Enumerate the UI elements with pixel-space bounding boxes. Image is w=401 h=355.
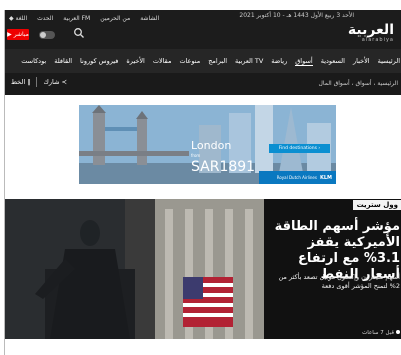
breadcrumb[interactable]: الرئيسية ، أسواق ، أسواق المال (319, 80, 398, 87)
page-frame: ◆ اللغة الحدث العربية FM من الحرمين الشا… (4, 10, 401, 355)
nav-item-saudi[interactable]: السعودية (321, 57, 345, 65)
ad-price: SAR1891 (191, 159, 256, 175)
klm-logo: KLM (319, 174, 332, 181)
fm-link[interactable]: العربية FM (63, 15, 90, 22)
font-size-button[interactable]: الخط ‖ (11, 78, 30, 86)
ad-city: London (191, 139, 232, 152)
top-bar: ◆ اللغة الحدث العربية FM من الحرمين الشا… (5, 10, 401, 49)
nav-item-home[interactable]: الرئيسية (378, 57, 400, 65)
pause-icon: ‖ (27, 78, 31, 86)
nav-item-last[interactable]: الأخيرة (126, 57, 144, 65)
find-destinations-button[interactable]: Find destinations › (269, 144, 330, 153)
ad-from: from (191, 153, 201, 158)
play-icon: ▶ (7, 31, 12, 38)
live-label: مباشر (13, 31, 29, 38)
alhadath-link[interactable]: الحدث (37, 15, 53, 22)
article-summary: أسهم شيفرون وإكسون موبيل تصعد بأكثر من 2… (278, 273, 400, 290)
share-button[interactable]: شارك ≺ (43, 78, 66, 86)
klm-ad-banner[interactable]: London from SAR1891 Find destinations › … (79, 105, 336, 184)
date-text: الأحد 3 ربيع الأول 1443 هـ - 10 أكتوبر 2… (239, 12, 354, 19)
language-link[interactable]: ◆ اللغة (9, 15, 27, 22)
nav-item-corona[interactable]: فيروس كورونا (80, 57, 118, 65)
article-kicker[interactable]: وول ستريت (352, 200, 401, 210)
haramain-link[interactable]: من الحرمين (100, 15, 130, 22)
toggle-knob (40, 32, 46, 38)
nav-item-markets[interactable]: أسواق (295, 57, 313, 66)
main-nav: الرئيسية الأخبار السعودية أسواق رياضة ال… (5, 49, 401, 73)
page-bottom (5, 339, 401, 355)
logo-arabic: العربية (347, 22, 394, 38)
toolbar-divider (36, 77, 38, 87)
article-text: وول ستريت مؤشر أسهم الطاقة الأميركية يقف… (264, 199, 401, 339)
share-label: شارك (43, 78, 60, 86)
nav-item-news[interactable]: الأخبار (353, 57, 370, 65)
share-icon: ≺ (61, 78, 67, 86)
share-tools: الخط ‖ شارك ≺ (11, 77, 67, 87)
article-toolbar: الخط ‖ شارك ≺ الرئيسية ، أسواق ، أسواق ا… (5, 73, 401, 95)
util-label: اللغة (15, 14, 28, 22)
klm-bar: Royal Dutch Airlines KLM (259, 171, 336, 184)
wall-street-photo (5, 199, 264, 339)
screen-link[interactable]: الشاشة (140, 15, 159, 22)
utility-links: ◆ اللغة الحدث العربية FM من الحرمين الشا… (9, 12, 159, 24)
nav-item-programs[interactable]: البرامج (208, 57, 227, 65)
theme-toggle[interactable] (39, 31, 55, 39)
ad-area: London from SAR1891 Find destinations › … (5, 95, 401, 189)
live-button[interactable]: ▶ مباشر (7, 29, 29, 40)
site-logo[interactable]: العربية alarabiya (348, 23, 394, 43)
nav-item-tv[interactable]: العربية TV (235, 57, 263, 65)
nav-item-podcast[interactable]: بودكاست (21, 57, 46, 65)
article-time: قبل 7 ساعات (362, 330, 400, 336)
search-icon[interactable] (73, 27, 85, 39)
nav-item-variety[interactable]: منوعات (179, 57, 200, 65)
nav-item-sports[interactable]: رياضة (271, 57, 287, 65)
font-label: الخط (11, 78, 26, 86)
nav-item-articles[interactable]: مقالات (153, 57, 172, 65)
clock-icon (396, 330, 400, 334)
nav-item-caravan[interactable]: القافلة (54, 57, 72, 65)
airline-name: Royal Dutch Airlines (276, 175, 317, 180)
hero-article[interactable]: وول ستريت مؤشر أسهم الطاقة الأميركية يقف… (5, 199, 401, 339)
time-label: قبل 7 ساعات (362, 330, 394, 336)
